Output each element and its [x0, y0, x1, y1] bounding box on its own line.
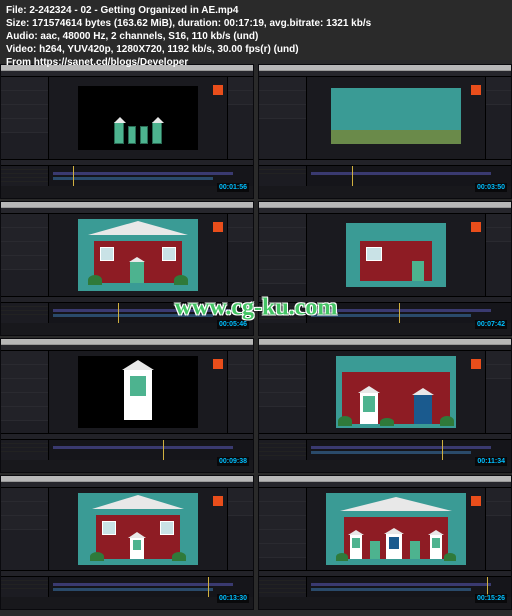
tools-panel — [227, 77, 253, 159]
thumbnail-r3c2: 00:11:34 — [258, 338, 512, 473]
tools-panel — [227, 214, 253, 296]
thumbnail-r4c2: 00:15:26 — [258, 475, 512, 610]
composition-viewer — [49, 77, 227, 159]
composition-viewer — [49, 214, 227, 296]
timestamp: 00:03:50 — [475, 183, 507, 192]
color-swatch — [471, 496, 481, 506]
color-swatch — [471, 85, 481, 95]
thumbnail-r4c1: 00:13:30 — [0, 475, 254, 610]
composition-viewer — [307, 488, 485, 570]
color-swatch — [213, 496, 223, 506]
thumbnail-r1c1: 00:01:56 — [0, 64, 254, 199]
project-panel — [259, 77, 307, 159]
composition-viewer — [307, 214, 485, 296]
timestamp: 00:01:56 — [217, 183, 249, 192]
meta-audio: Audio: aac, 48000 Hz, 2 channels, S16, 1… — [6, 30, 371, 43]
composition-viewer — [49, 351, 227, 433]
media-info-block: File: 2-242324 - 02 - Getting Organized … — [6, 4, 371, 69]
tools-panel — [227, 351, 253, 433]
thumbnail-grid: 00:01:56 00:03:50 — [0, 64, 512, 610]
timeline-panel: 00:11:34 — [259, 433, 511, 472]
composition-viewer — [307, 77, 485, 159]
meta-from: From https://sanet.cd/blogs/Developer — [6, 56, 371, 69]
timeline-panel: 00:15:26 — [259, 570, 511, 609]
timestamp: 00:07:42 — [475, 320, 507, 329]
meta-size: Size: 171574614 bytes (163.62 MiB), dura… — [6, 17, 371, 30]
timeline-panel: 00:01:56 — [1, 159, 253, 198]
timeline-panel: 00:13:30 — [1, 570, 253, 609]
thumbnail-r3c1: 00:09:38 — [0, 338, 254, 473]
timestamp: 00:11:34 — [475, 457, 507, 466]
color-swatch — [471, 222, 481, 232]
timestamp: 00:09:38 — [217, 457, 249, 466]
timeline-panel: 00:09:38 — [1, 433, 253, 472]
tools-panel — [227, 488, 253, 570]
project-panel — [259, 488, 307, 570]
meta-file: File: 2-242324 - 02 - Getting Organized … — [6, 4, 371, 17]
tools-panel — [485, 77, 511, 159]
color-swatch — [213, 359, 223, 369]
color-swatch — [213, 85, 223, 95]
project-panel — [1, 488, 49, 570]
timestamp: 00:13:30 — [217, 594, 249, 603]
tools-panel — [485, 351, 511, 433]
composition-viewer — [49, 488, 227, 570]
timestamp: 00:15:26 — [475, 594, 507, 603]
project-panel — [1, 77, 49, 159]
color-swatch — [471, 359, 481, 369]
project-panel — [259, 351, 307, 433]
watermark-text: www.cg-ku.com — [175, 295, 338, 322]
color-swatch — [213, 222, 223, 232]
tools-panel — [485, 488, 511, 570]
project-panel — [1, 214, 49, 296]
composition-viewer — [307, 351, 485, 433]
thumbnail-r1c2: 00:03:50 — [258, 64, 512, 199]
meta-video: Video: h264, YUV420p, 1280X720, 1192 kb/… — [6, 43, 371, 56]
project-panel — [259, 214, 307, 296]
timeline-panel: 00:03:50 — [259, 159, 511, 198]
tools-panel — [485, 214, 511, 296]
project-panel — [1, 351, 49, 433]
